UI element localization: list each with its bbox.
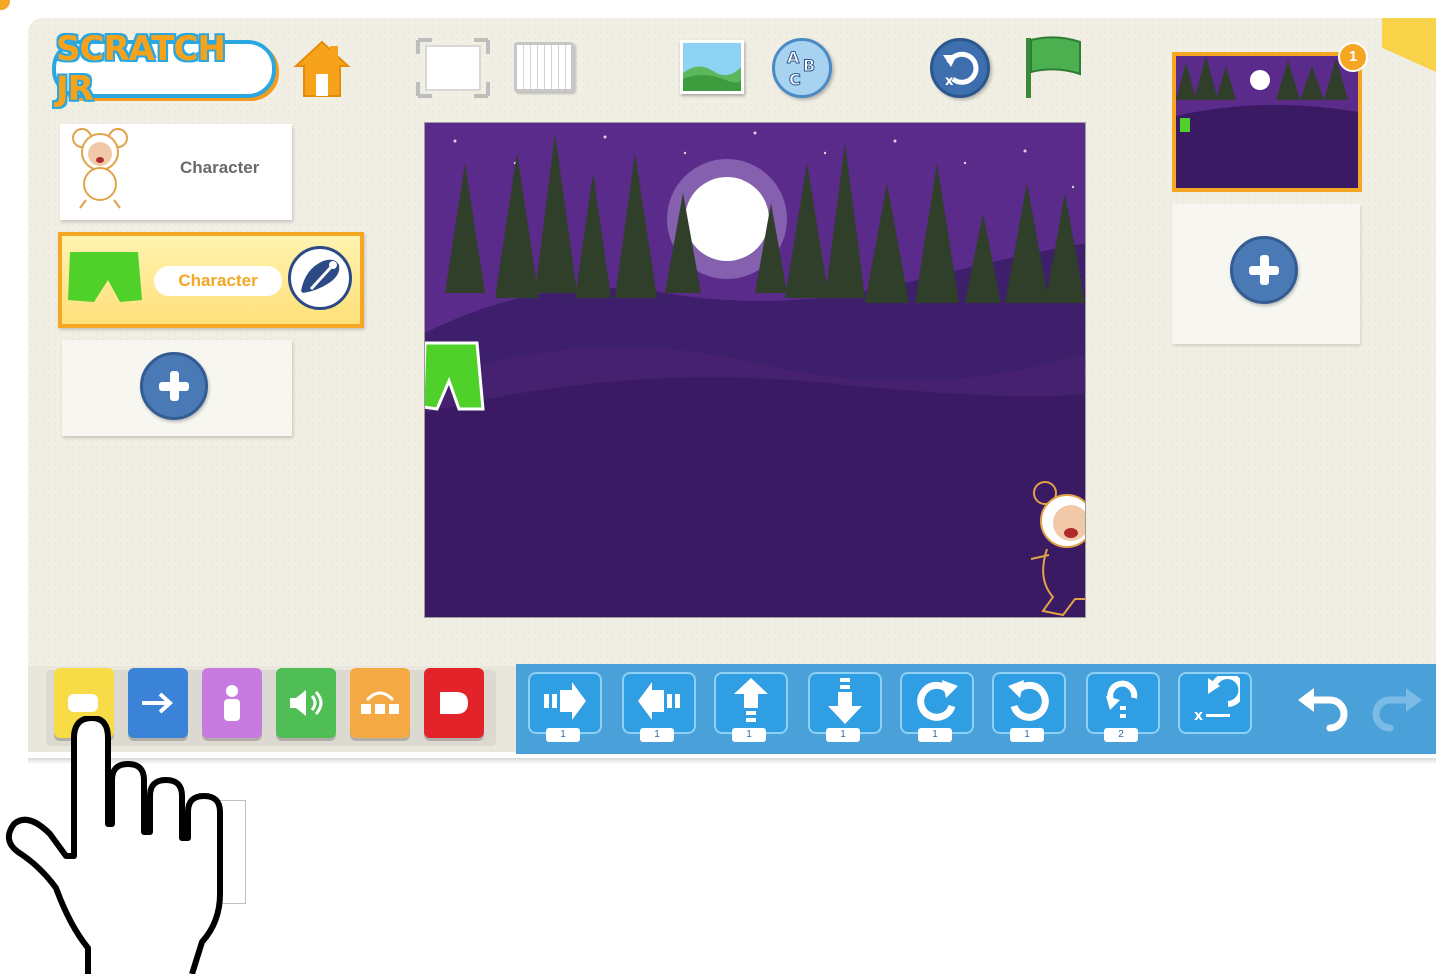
undo-icon[interactable] [1296,684,1352,732]
add-character-icon[interactable] [140,352,208,420]
block-count[interactable]: 1 [732,728,766,742]
svg-text:A: A [787,48,800,67]
character-thumbnail-icon [72,128,128,209]
hand-pointer-icon [5,716,223,974]
fullscreen-icon[interactable] [416,38,490,98]
grid-icon[interactable] [514,42,574,92]
block-count[interactable]: 1 [546,728,580,742]
category-sound-icon[interactable] [276,668,336,738]
green-flag-icon[interactable] [1022,34,1084,100]
sprite-item-character-1[interactable]: Character [60,124,292,220]
go-home-block[interactable]: x [1178,672,1252,742]
category-control-icon[interactable] [350,668,410,738]
stage[interactable] [424,122,1086,618]
rotate-clockwise-icon [917,680,958,721]
category-end-icon[interactable] [424,668,484,738]
hop-icon [1106,680,1138,718]
reset-characters-icon[interactable]: x [930,38,990,98]
scratchjr-editor: SCRATCH JR A B C x Character Character 1… [0,0,1436,974]
block-count[interactable]: 1 [640,728,674,742]
block-count[interactable]: 2 [1104,728,1138,742]
hop-block[interactable]: 2 [1086,672,1160,742]
block-count[interactable]: 1 [1010,728,1044,742]
character-thumbnail-icon [68,252,142,302]
logo-text: SCRATCH JR [56,29,226,109]
move-up-block[interactable]: 1 [714,672,788,742]
block-count[interactable]: 1 [918,728,952,742]
rotate-counterclockwise-icon [1008,680,1049,721]
text-icon[interactable]: A B C [772,38,832,98]
add-character-card [62,340,292,436]
corner-badge [0,0,10,10]
bear-photo-character[interactable] [1023,479,1086,618]
sprite-item-character-2[interactable]: Character [58,232,364,328]
night-forest-background [425,123,1085,617]
move-right-block[interactable]: 1 [528,672,602,742]
svg-text:x: x [945,74,954,89]
go-home-icon: x [1194,676,1240,724]
add-page-card [1172,204,1360,344]
page-thumbnail-1[interactable] [1172,52,1362,192]
arrow-left-icon [638,682,680,720]
svg-text:C: C [789,70,801,89]
arrow-right-icon [544,682,586,720]
redo-icon[interactable] [1368,684,1424,732]
paint-editor-icon[interactable] [288,246,352,310]
turn-right-block[interactable]: 1 [900,672,974,742]
add-page-icon[interactable] [1230,236,1298,304]
scratchjr-logo[interactable]: SCRATCH JR [52,29,276,109]
svg-text:B: B [803,56,815,75]
move-left-block[interactable]: 1 [622,672,696,742]
turn-left-block[interactable]: 1 [992,672,1066,742]
block-count[interactable]: 1 [826,728,860,742]
arrow-up-icon [734,678,768,722]
background-icon[interactable] [680,40,744,94]
svg-text:x: x [1194,708,1203,724]
sprite-label: Character [154,266,282,296]
arrow-down-icon [828,678,862,724]
home-icon[interactable] [290,36,354,100]
sprite-label: Character [180,158,260,177]
page-number-badge: 1 [1338,42,1368,72]
move-down-block[interactable]: 1 [808,672,882,742]
green-pants-character[interactable] [424,337,487,413]
